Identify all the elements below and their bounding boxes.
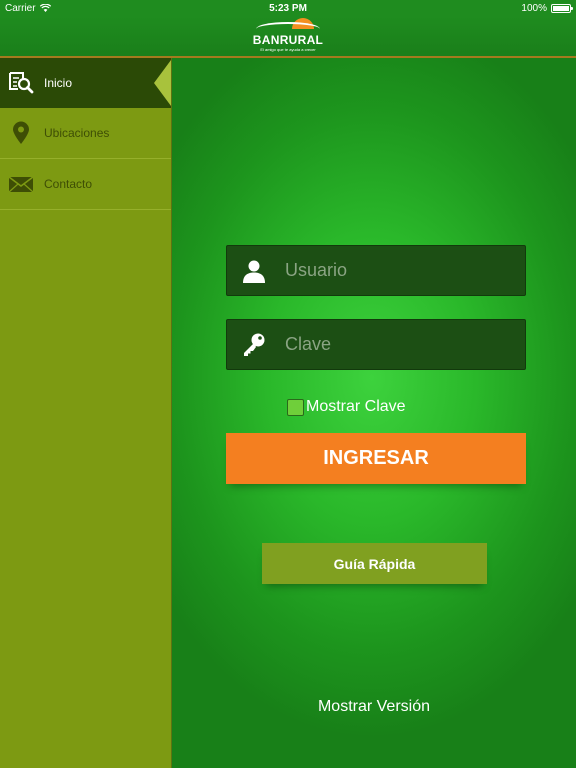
battery-percent: 100% [521,2,547,14]
sidebar-item-label: Ubicaciones [44,126,110,140]
quick-guide-button[interactable]: Guía Rápida [262,543,487,584]
sidebar-item-contacto[interactable]: Contacto [0,159,171,210]
search-document-icon [8,70,34,96]
location-pin-icon [8,120,34,146]
battery-icon [551,3,573,13]
logo-text: BANRURAL [252,33,324,47]
password-field[interactable] [226,319,526,370]
status-right: 100% [521,2,573,14]
banrural-logo: BANRURAL El amigo que te ayuda a crecer [252,17,324,55]
login-panel: Mostrar Clave INGRESAR Guía Rápida Mostr… [172,58,576,768]
show-password-toggle[interactable]: Mostrar Clave [287,397,406,417]
app-header: BANRURAL El amigo que te ayuda a crecer [0,16,576,58]
show-version-link[interactable]: Mostrar Versión [172,698,576,716]
wifi-icon [39,4,51,12]
username-field[interactable] [226,245,526,296]
username-input[interactable] [285,260,515,281]
envelope-icon [8,171,34,197]
sidebar: Inicio Ubicaciones Contacto [0,58,172,768]
status-bar: Carrier 5:23 PM 100% [0,0,576,16]
user-icon [227,246,281,295]
status-left: Carrier [5,3,51,14]
key-icon [227,320,281,369]
clock: 5:23 PM [269,2,307,14]
show-password-label: Mostrar Clave [306,398,406,415]
sidebar-item-ubicaciones[interactable]: Ubicaciones [0,108,171,159]
logo-tagline: El amigo que te ayuda a crecer [260,47,316,52]
sidebar-item-inicio[interactable]: Inicio [0,58,171,108]
show-password-checkbox[interactable] [287,398,304,416]
login-button[interactable]: INGRESAR [226,433,526,484]
sidebar-item-label: Contacto [44,177,93,191]
carrier-label: Carrier [5,2,36,14]
password-input[interactable] [285,334,515,355]
sidebar-item-label: Inicio [44,76,73,90]
